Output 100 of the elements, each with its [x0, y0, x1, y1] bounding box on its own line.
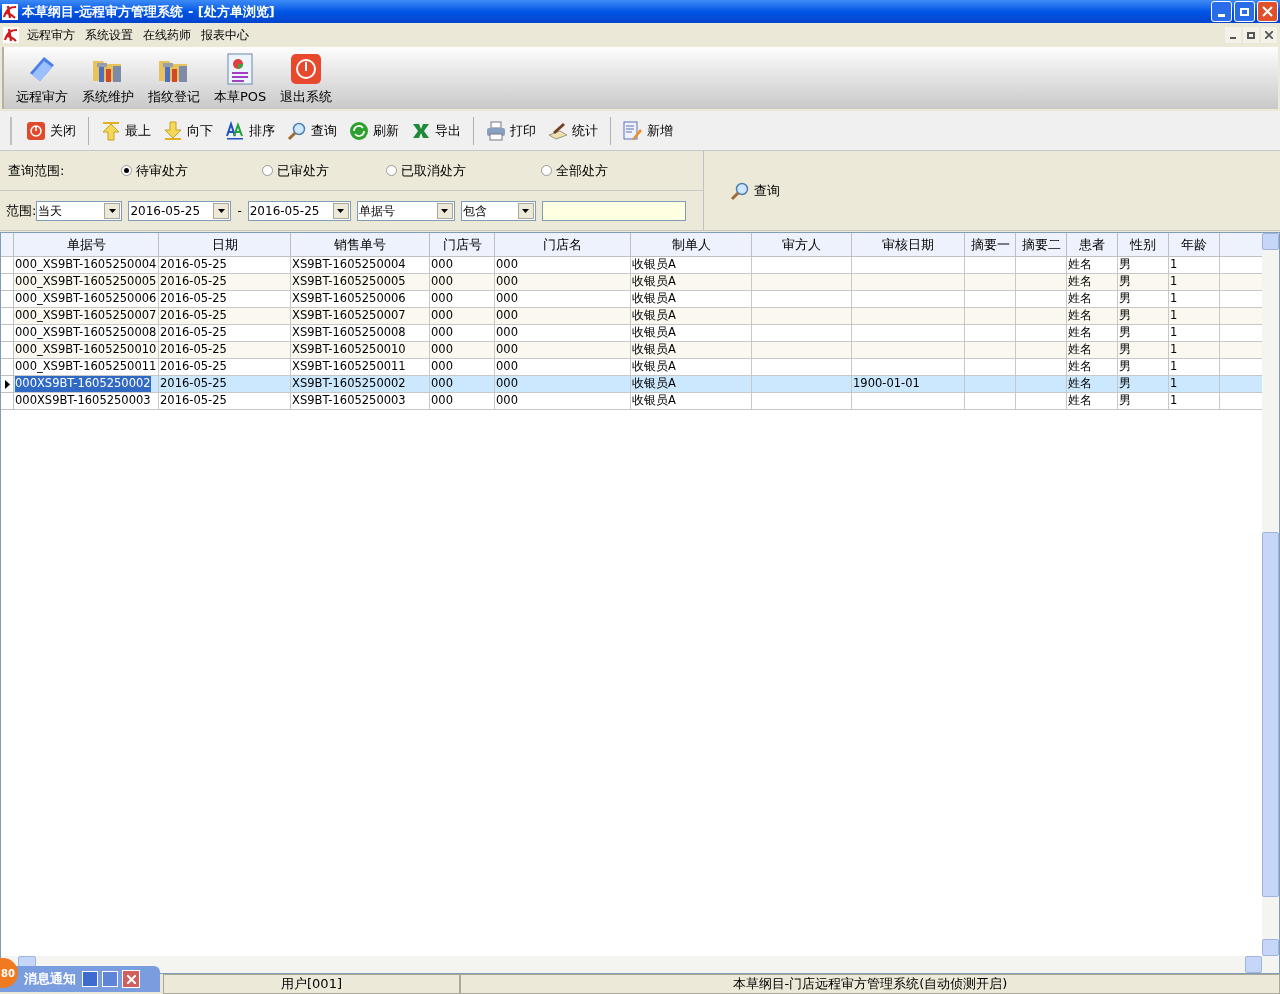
table-row[interactable]: 000_XS9BT-1605250007 2016-05-25 XS9BT-1605250007 000 000 收银员A 姓名 男 1 [1, 308, 1262, 325]
table-cell: 000_XS9BT-1605250008 [15, 325, 157, 341]
restore-button[interactable] [1234, 1, 1255, 22]
table-cell: 收银员A [632, 342, 676, 358]
toolbar-button[interactable]: 系统维护 [80, 54, 136, 106]
match-dropdown[interactable]: 包含 [460, 200, 536, 221]
table-cell: 1 [1170, 308, 1178, 324]
menu-item[interactable]: 在线药师 [141, 26, 193, 44]
table-cell: 姓名 [1068, 291, 1092, 307]
table-cell: 收银员A [632, 308, 676, 324]
toolbar-button[interactable]: 远程审方 [14, 52, 70, 106]
toolbar-button[interactable]: 导出 [405, 115, 467, 146]
table-cell: XS9BT-1605250007 [292, 308, 406, 324]
date-to-field[interactable]: 2016-05-25 [247, 200, 351, 221]
close-icon[interactable] [122, 970, 140, 988]
table-cell: 收银员A [632, 274, 676, 290]
table-cell: 男 [1119, 291, 1131, 307]
vertical-scrollbar[interactable] [1262, 233, 1279, 956]
toolbar-button[interactable]: 指纹登记 [146, 54, 202, 106]
table-cell: 000 [431, 393, 453, 409]
table-cell: 000 [496, 291, 518, 307]
toolbar-button[interactable]: 本草POS [212, 52, 269, 106]
search-input[interactable] [541, 200, 686, 221]
table-cell: 收银员A [632, 376, 676, 392]
table-cell: 男 [1119, 376, 1131, 392]
menu-item[interactable]: 系统设置 [83, 26, 135, 44]
row-header[interactable] [1, 376, 14, 393]
table-row[interactable]: 000_XS9BT-1605250005 2016-05-25 XS9BT-1605250005 000 000 收银员A 姓名 男 1 [1, 274, 1262, 291]
table-cell: XS9BT-1605250002 [292, 376, 406, 392]
toolbar-button[interactable]: 关闭 [20, 115, 82, 146]
scrollbar-thumb[interactable] [1262, 532, 1279, 897]
restore-icon[interactable] [82, 971, 98, 987]
radio-option[interactable]: 已取消处方 [386, 160, 541, 181]
date-from-field[interactable]: 2016-05-25 [128, 200, 232, 221]
toolbar-button[interactable]: 打印 [480, 115, 542, 146]
table-cell: 1 [1170, 325, 1178, 341]
mdi-minimize-icon[interactable] [1225, 27, 1241, 43]
radio-option[interactable]: 全部处方 [540, 160, 695, 181]
table-cell: 姓名 [1068, 359, 1092, 375]
radio-button[interactable] [540, 165, 552, 176]
mdi-restore-icon[interactable] [1243, 27, 1259, 43]
table-cell: 000 [431, 274, 453, 290]
scroll-down-button[interactable] [1262, 939, 1279, 956]
table-cell: 男 [1119, 274, 1131, 290]
table-cell: 1 [1170, 359, 1178, 375]
maximize-icon[interactable] [102, 971, 118, 987]
radio-button[interactable] [121, 165, 133, 176]
radio-option[interactable]: 待审处方 [121, 160, 263, 181]
table-row[interactable]: 000_XS9BT-1605250008 2016-05-25 XS9BT-1605250008 000 000 收银员A 姓名 男 1 [1, 325, 1262, 342]
refresh-icon [349, 120, 369, 141]
table-cell: 1 [1170, 257, 1178, 273]
mdi-close-icon[interactable] [1261, 27, 1277, 43]
menu-item[interactable]: 远程审方 [25, 26, 77, 44]
scope-label: 查询范围: [8, 161, 66, 180]
table-cell: 000 [496, 342, 518, 358]
table-row[interactable]: 000XS9BT-1605250003 2016-05-25 XS9BT-1605250003 000 000 收银员A 姓名 男 1 [1, 393, 1262, 410]
field-dropdown[interactable]: 单据号 [356, 200, 455, 221]
toolbar-button[interactable]: 新增 [617, 115, 679, 146]
notification-badge: 80 [0, 958, 18, 988]
table-cell: 姓名 [1068, 376, 1092, 392]
range-dropdown[interactable]: 当天 [36, 200, 123, 221]
table-cell: XS9BT-1605250005 [292, 274, 406, 290]
minimize-button[interactable] [1211, 1, 1232, 22]
table-row[interactable]: 000_XS9BT-1605250004 2016-05-25 XS9BT-1605250004 000 000 收银员A 姓名 男 1 [1, 257, 1262, 274]
table-cell: 000 [496, 274, 518, 290]
table-cell: 000 [496, 257, 518, 273]
table-row[interactable]: 000_XS9BT-1605250006 2016-05-25 XS9BT-1605250006 000 000 收银员A 姓名 男 1 [1, 291, 1262, 308]
scroll-right-button[interactable] [1245, 956, 1262, 973]
status-message: 本草纲目-门店远程审方管理系统(自动侦测开启) [460, 974, 1280, 994]
search-button[interactable]: 查询 [730, 180, 780, 201]
menu-logo-icon [3, 27, 19, 43]
table-row[interactable]: 000_XS9BT-1605250010 2016-05-25 XS9BT-1605250010 000 000 收银员A 姓名 男 1 [1, 342, 1262, 359]
report-icon [227, 52, 254, 85]
toolbar-button[interactable]: 排序 [219, 115, 281, 146]
toolbar-button[interactable]: 退出系统 [278, 52, 335, 106]
table-cell: XS9BT-1605250010 [292, 342, 406, 358]
table-row[interactable]: 000XS9BT-1605250002 2016-05-25 XS9BT-1605250002 000 000 收银员A 1900-01-01 姓名 男 1 [1, 376, 1262, 393]
table-cell: 1900-01-01 [853, 376, 920, 392]
menu-item[interactable]: 报表中心 [199, 26, 251, 44]
table-cell: 收银员A [632, 393, 676, 409]
table-cell: 000XS9BT-1605250002 [15, 376, 151, 392]
power-icon [290, 52, 323, 85]
app-logo-icon [2, 3, 18, 20]
document-pencil-icon [623, 120, 643, 141]
arrow-up-icon [101, 120, 121, 141]
toolbar-button[interactable]: 刷新 [343, 115, 405, 146]
scroll-up-button[interactable] [1262, 233, 1279, 250]
notification-title: 消息通知 [24, 970, 76, 989]
toolbar-button[interactable]: 最上 [95, 115, 157, 146]
toolbar-button[interactable]: 统计 [542, 115, 604, 146]
close-button[interactable] [1257, 1, 1278, 22]
toolbar-button[interactable]: 查询 [281, 115, 343, 146]
table-row[interactable]: 000_XS9BT-1605250011 2016-05-25 XS9BT-1605250011 000 000 收银员A 姓名 男 1 [1, 359, 1262, 376]
radio-option[interactable]: 已审处方 [262, 160, 387, 181]
table-cell: 000_XS9BT-1605250011 [15, 359, 157, 375]
window-title: 本草纲目-远程审方管理系统 - [处方单浏览] [22, 2, 275, 21]
table-cell: XS9BT-1605250011 [292, 359, 406, 375]
radio-button[interactable] [262, 165, 274, 176]
radio-button[interactable] [386, 165, 398, 176]
toolbar-button[interactable]: 向下 [157, 115, 219, 146]
